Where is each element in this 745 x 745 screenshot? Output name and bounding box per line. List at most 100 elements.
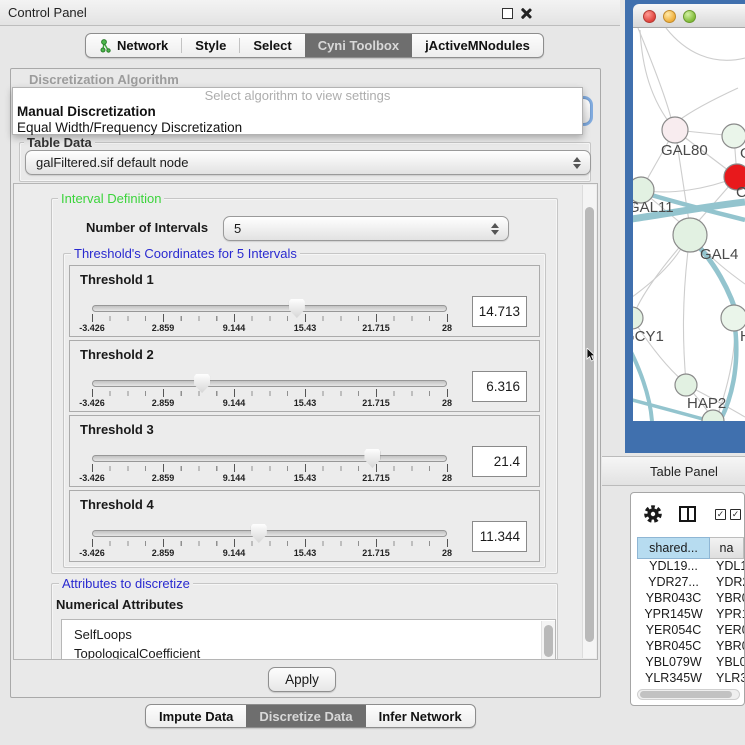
table-header-row: shared... na <box>637 537 744 559</box>
threshold-value-field[interactable]: 21.4 <box>472 446 527 477</box>
attribute-list-item[interactable]: TopologicalCoefficient <box>62 644 555 660</box>
cell-name[interactable]: YDR2 <box>710 575 744 591</box>
tick-label: 15.43 <box>294 323 317 333</box>
checkbox-icon[interactable]: ✓ <box>715 509 726 520</box>
tick-label: -3.426 <box>79 323 105 333</box>
threshold-value-field[interactable]: 6.316 <box>472 371 527 402</box>
checkbox-icon[interactable]: ✓ <box>730 509 741 520</box>
table-row[interactable]: YLR345WYLR3 <box>637 671 744 687</box>
tab-jactivemnodules[interactable]: jActiveMNodules <box>412 34 543 57</box>
zoom-traffic-light-icon[interactable] <box>683 10 696 23</box>
close-panel-icon[interactable] <box>519 7 532 20</box>
cell-name[interactable]: YER0 <box>710 623 744 639</box>
algorithm-option-1[interactable]: Manual Discretization <box>13 104 582 120</box>
network-node-hap2[interactable] <box>675 374 697 396</box>
cell-name[interactable]: YLR3 <box>710 671 744 687</box>
number-of-intervals-combobox[interactable]: 5 <box>223 216 509 241</box>
bottom-tab-impute-data[interactable]: Impute Data <box>146 705 246 727</box>
table-panel-title: Table Panel <box>650 464 718 479</box>
cell-shared-name[interactable]: YBR045C <box>637 639 710 655</box>
close-traffic-light-icon[interactable] <box>643 10 656 23</box>
cell-name[interactable]: YDL1 <box>710 559 744 575</box>
threshold-rows: Threshold 1-3.4262.8599.14415.4321.71528… <box>69 265 540 565</box>
cell-shared-name[interactable]: YBR043C <box>637 591 710 607</box>
tick-label: 2.859 <box>152 323 175 333</box>
threshold-slider-track[interactable] <box>92 530 447 537</box>
tick-label: 9.144 <box>223 548 246 558</box>
apply-button[interactable]: Apply <box>268 667 336 692</box>
tick-label: 21.715 <box>362 323 390 333</box>
table-row[interactable]: YBL079WYBL0 <box>637 655 744 671</box>
network-node-label: HAP2 <box>687 395 726 412</box>
threshold-slider-track[interactable] <box>92 455 447 462</box>
cell-name[interactable]: YPR1 <box>710 607 744 623</box>
cell-shared-name[interactable]: YLR345W <box>637 671 710 687</box>
table-row[interactable]: YBR045CYBR0 <box>637 639 744 655</box>
network-canvas[interactable]: GAL80GACGAL11GAL4GCY1HHAP2 <box>633 28 745 421</box>
threshold-row-3: Threshold 3-3.4262.8599.14415.4321.71528… <box>69 415 540 487</box>
column-header-shared-name[interactable]: shared... <box>637 537 710 559</box>
tick-label: 28 <box>442 398 452 408</box>
cell-shared-name[interactable]: YDL19... <box>637 559 710 575</box>
cell-shared-name[interactable]: YPR145W <box>637 607 710 623</box>
table-row[interactable]: YBR043CYBR0 <box>637 591 744 607</box>
table-row[interactable]: YPR145WYPR1 <box>637 607 744 623</box>
network-node-label: GCY1 <box>633 328 664 345</box>
split-columns-icon[interactable] <box>679 506 696 522</box>
bottom-tab-discretize-data[interactable]: Discretize Data <box>246 705 365 727</box>
table-row[interactable]: YDR27...YDR2 <box>637 575 744 591</box>
column-header-name[interactable]: na <box>710 537 744 559</box>
network-node-gcy1[interactable] <box>633 307 643 329</box>
table-data-combobox[interactable]: galFiltered.sif default node <box>25 150 591 175</box>
cell-shared-name[interactable]: YBL079W <box>637 655 710 671</box>
tab-style[interactable]: Style <box>182 34 239 57</box>
tab-cyni-toolbox[interactable]: Cyni Toolbox <box>305 34 412 57</box>
numerical-attributes-label: Numerical Attributes <box>56 597 183 612</box>
network-icon <box>99 39 112 53</box>
threshold-value-field[interactable]: 11.344 <box>472 521 527 552</box>
tab-select[interactable]: Select <box>240 34 304 57</box>
tick-label: 28 <box>442 548 452 558</box>
cell-shared-name[interactable]: YER054C <box>637 623 710 639</box>
tick-label: 21.715 <box>362 473 390 483</box>
threshold-value-field[interactable]: 14.713 <box>472 296 527 327</box>
minimize-traffic-light-icon[interactable] <box>663 10 676 23</box>
tick-label: 9.144 <box>223 323 246 333</box>
network-node-gal80[interactable] <box>662 117 688 143</box>
table-row[interactable]: YDL19...YDL1 <box>637 559 744 575</box>
algorithm-option-2[interactable]: Equal Width/Frequency Discretization <box>13 120 582 136</box>
tick-label: 15.43 <box>294 473 317 483</box>
combo-arrows-icon <box>491 223 499 235</box>
threshold-label: Threshold 2 <box>80 347 154 362</box>
settings-vertical-scrollbar[interactable] <box>582 185 596 658</box>
bottom-tab-infer-network[interactable]: Infer Network <box>366 705 475 727</box>
network-window-titlebar[interactable] <box>633 4 745 28</box>
table-rows: YDL19...YDL1YDR27...YDR2YBR043CYBR0YPR14… <box>637 559 744 687</box>
interval-definition-title: Interval Definition <box>58 191 164 206</box>
gear-icon[interactable] <box>643 504 663 524</box>
tick-label: 21.715 <box>362 398 390 408</box>
tick-label: 2.859 <box>152 548 175 558</box>
attributes-list-scrollbar[interactable] <box>541 621 555 660</box>
cell-name[interactable]: YBR0 <box>710 591 744 607</box>
attributes-listbox: SelfLoopsTopologicalCoefficientBetweenne… <box>61 619 556 660</box>
cell-name[interactable]: YBR0 <box>710 639 744 655</box>
threshold-slider-track[interactable] <box>92 305 447 312</box>
threshold-slider-track[interactable] <box>92 380 447 387</box>
top-tabstrip: NetworkStyleSelectCyni ToolboxjActiveMNo… <box>85 33 544 58</box>
table-row[interactable]: YER054CYER0 <box>637 623 744 639</box>
attribute-list-item[interactable]: SelfLoops <box>62 625 555 644</box>
tick-label: 9.144 <box>223 473 246 483</box>
threshold-label: Threshold 3 <box>80 422 154 437</box>
settings-scroll-area: Interval Definition Number of Intervals … <box>13 183 598 660</box>
table-horizontal-scrollbar[interactable] <box>637 689 740 700</box>
network-node-label: GAL11 <box>633 199 674 216</box>
network-node-label: GAL80 <box>661 142 708 159</box>
tab-network[interactable]: Network <box>86 34 181 57</box>
cell-name[interactable]: YBL0 <box>710 655 744 671</box>
number-of-intervals-label: Number of Intervals <box>86 220 208 235</box>
float-window-icon[interactable] <box>502 8 513 19</box>
cell-shared-name[interactable]: YDR27... <box>637 575 710 591</box>
threshold-label: Threshold 4 <box>80 497 154 512</box>
network-view-window: GAL80GACGAL11GAL4GCY1HHAP2 <box>625 0 745 453</box>
